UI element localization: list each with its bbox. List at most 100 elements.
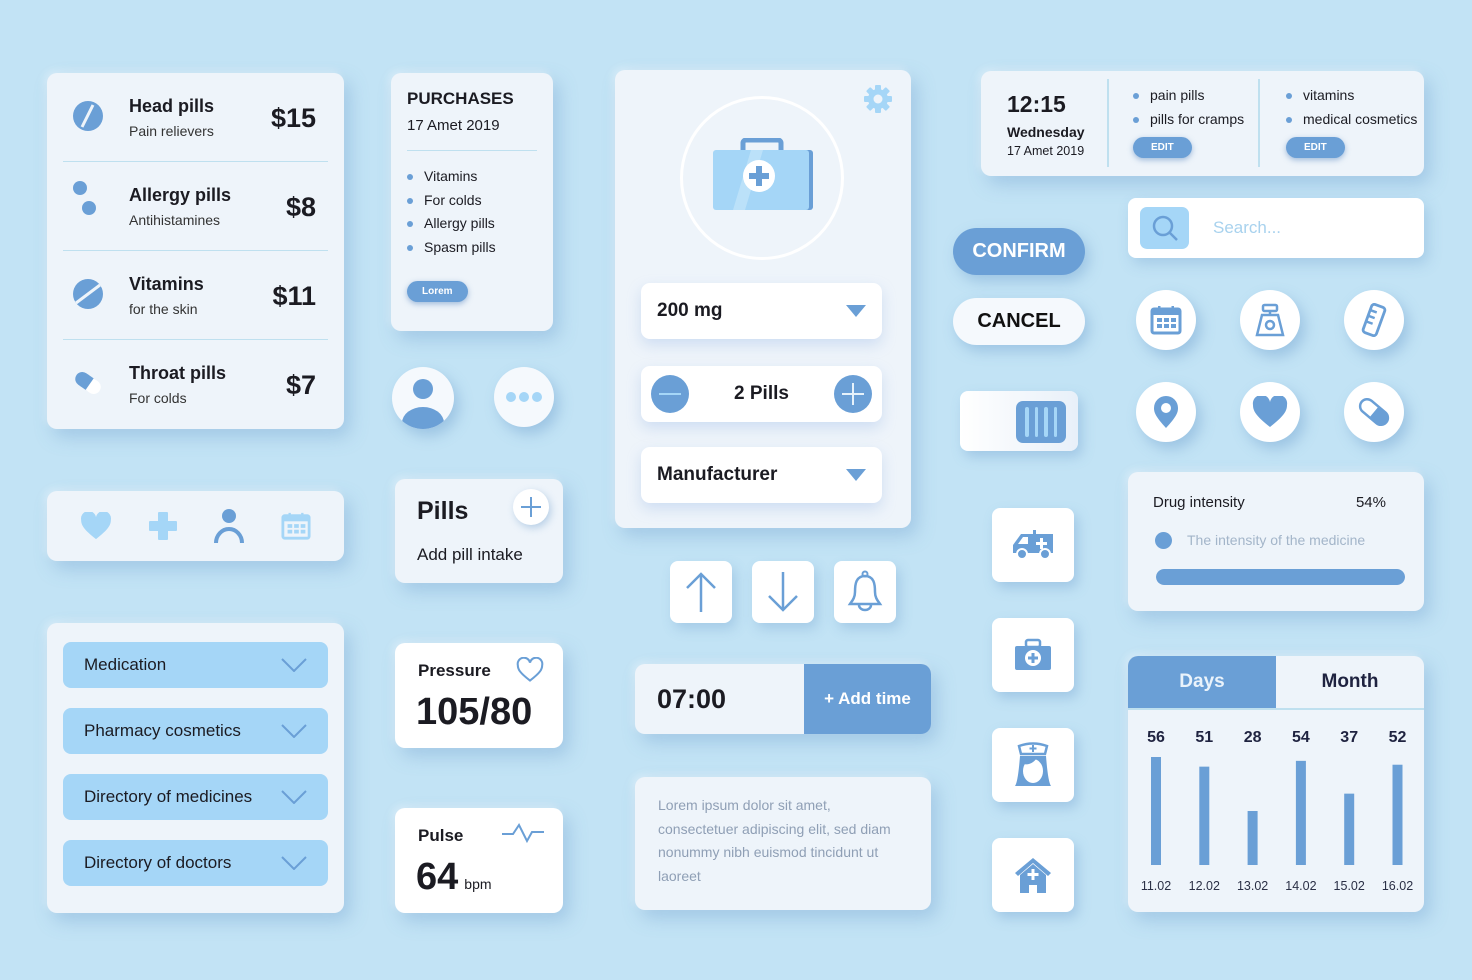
chevron-down-icon xyxy=(281,658,307,672)
menu-item-pharmacy-cosmetics[interactable]: Pharmacy cosmetics xyxy=(63,708,328,754)
purchases-card: PURCHASES 17 Amet 2019 Vitamins For cold… xyxy=(391,73,553,331)
ambulance-button[interactable] xyxy=(992,508,1074,582)
list-item: pills for cramps xyxy=(1133,108,1244,132)
round-pill-icon xyxy=(73,279,103,309)
edit-button[interactable]: EDIT xyxy=(1133,137,1192,158)
lorem-button[interactable]: Lorem xyxy=(407,281,468,302)
pill-category: For colds xyxy=(129,390,187,406)
heart-icon[interactable] xyxy=(80,512,112,540)
pill-price: $7 xyxy=(285,370,316,400)
bell-icon xyxy=(847,570,883,612)
intensity-slider[interactable] xyxy=(1156,569,1405,585)
purchases-date: 17 Amet 2019 xyxy=(407,117,500,134)
cancel-button[interactable]: CANCEL xyxy=(953,298,1085,345)
pill-row-vitamins[interactable]: Vitamins for the skin $11 xyxy=(63,251,328,340)
calendar-button[interactable] xyxy=(1136,290,1196,350)
schedule-column: pain pills pills for cramps EDIT xyxy=(1133,84,1244,158)
add-pill-card[interactable]: Pills Add pill intake xyxy=(395,479,563,583)
pill-row-allergy[interactable]: Allergy pills Antihistamines $8 xyxy=(63,162,328,251)
edit-button[interactable]: EDIT xyxy=(1286,137,1345,158)
x-tick-label: 14.02 xyxy=(1285,879,1316,893)
move-down-button[interactable] xyxy=(752,561,814,623)
schedule-card: 12:15 Wednesday 17 Amet 2019 pain pills … xyxy=(981,71,1424,176)
pressure-card: Pressure 105/80 xyxy=(395,643,563,748)
dropdown-arrow-icon xyxy=(846,469,866,481)
days-bar-chart: Days Month 56 11.02 51 12.02 28 13.02 54 14.02 3… xyxy=(1128,656,1424,912)
confirm-button[interactable]: CONFIRM xyxy=(953,228,1085,275)
arrow-up-icon xyxy=(686,572,716,612)
more-options-button[interactable] xyxy=(494,367,554,427)
gear-icon[interactable] xyxy=(863,84,893,114)
list-item: Vitamins xyxy=(407,165,537,189)
pill-row-head[interactable]: Head pills Pain relievers $15 xyxy=(63,73,328,162)
menu-item-directory-medicines[interactable]: Directory of medicines xyxy=(63,774,328,820)
divider xyxy=(1107,79,1109,167)
intensity-percent: 54% xyxy=(1355,494,1386,511)
ambulance-icon xyxy=(1013,530,1053,560)
minus-icon xyxy=(659,393,681,395)
menu-item-directory-doctors[interactable]: Directory of doctors xyxy=(63,840,328,886)
location-pin-icon xyxy=(1154,396,1178,428)
increment-button[interactable] xyxy=(833,375,872,413)
pill-category: Antihistamines xyxy=(129,212,221,228)
pill-name: Throat pills xyxy=(129,363,227,383)
pill-blister-icon xyxy=(1361,303,1387,337)
first-aid-kit-icon xyxy=(713,138,813,210)
scales-icon xyxy=(1255,303,1285,337)
plus-cross-icon[interactable] xyxy=(148,511,178,541)
toggle-knob[interactable] xyxy=(1016,401,1066,443)
location-button[interactable] xyxy=(1136,382,1196,442)
nurse-button[interactable] xyxy=(992,728,1074,802)
scales-button[interactable] xyxy=(1240,290,1300,350)
menu-item-medication[interactable]: Medication xyxy=(63,642,328,688)
tab-days[interactable]: Days xyxy=(1128,656,1276,708)
medical-kit-icon xyxy=(1015,638,1051,670)
list-item: pain pills xyxy=(1133,84,1244,108)
move-up-button[interactable] xyxy=(670,561,732,623)
plus-icon xyxy=(521,497,541,517)
reminder-time-card: 07:00 + Add time xyxy=(635,664,931,734)
dose-value: 200 mg xyxy=(657,300,723,321)
dropdown-arrow-icon xyxy=(846,305,866,317)
pill-category: Pain relievers xyxy=(129,123,214,139)
pill-name: Head pills xyxy=(129,96,215,116)
calendar-icon[interactable] xyxy=(281,511,311,541)
toggle-switch[interactable] xyxy=(960,391,1078,451)
bar-value-label: 51 xyxy=(1195,729,1213,746)
thermometer-button[interactable] xyxy=(1344,290,1404,350)
tab-month[interactable]: Month xyxy=(1276,656,1424,708)
hospital-button[interactable] xyxy=(992,838,1074,912)
capsule-button[interactable] xyxy=(1344,382,1404,442)
profile-icon[interactable] xyxy=(213,508,245,544)
medication-config-card: 200 mg 2 Pills Manufacturer xyxy=(615,70,911,528)
schedule-column: vitamins medical cosmetics EDIT xyxy=(1286,84,1417,158)
search-button[interactable] xyxy=(1140,207,1189,249)
first-aid-button[interactable] xyxy=(992,618,1074,692)
schedule-weekday: Wednesday xyxy=(1007,124,1085,140)
chart-bar xyxy=(1151,757,1161,865)
list-item: Allergy pills xyxy=(407,212,537,236)
notifications-button[interactable] xyxy=(834,561,896,623)
pulse-card: Pulse 64 bpm xyxy=(395,808,563,913)
menu-item-label: Pharmacy cosmetics xyxy=(84,721,241,740)
add-time-button[interactable]: + Add time xyxy=(804,664,931,734)
dose-select[interactable]: 200 mg xyxy=(641,283,882,339)
favorites-button[interactable] xyxy=(1240,382,1300,442)
decrement-button[interactable] xyxy=(651,375,689,413)
bottom-navigation xyxy=(47,491,344,561)
search-input[interactable] xyxy=(1213,214,1403,242)
pressure-label: Pressure xyxy=(418,661,491,680)
heartbeat-icon xyxy=(502,823,544,844)
add-pill-button[interactable] xyxy=(513,489,549,525)
avatar-button[interactable] xyxy=(392,367,454,429)
pill-row-throat[interactable]: Throat pills For colds $7 xyxy=(63,340,328,429)
pill-price: $15 xyxy=(270,103,316,133)
schedule-time: 12:15 xyxy=(1007,91,1066,117)
reminder-time-value[interactable]: 07:00 xyxy=(635,664,804,734)
manufacturer-select[interactable]: Manufacturer xyxy=(641,447,882,503)
menu-item-label: Directory of medicines xyxy=(84,787,253,806)
bar-value-label: 37 xyxy=(1340,729,1358,746)
add-pill-title: Pills xyxy=(417,497,469,525)
chevron-down-icon xyxy=(281,856,307,870)
list-item: Spasm pills xyxy=(407,236,537,260)
